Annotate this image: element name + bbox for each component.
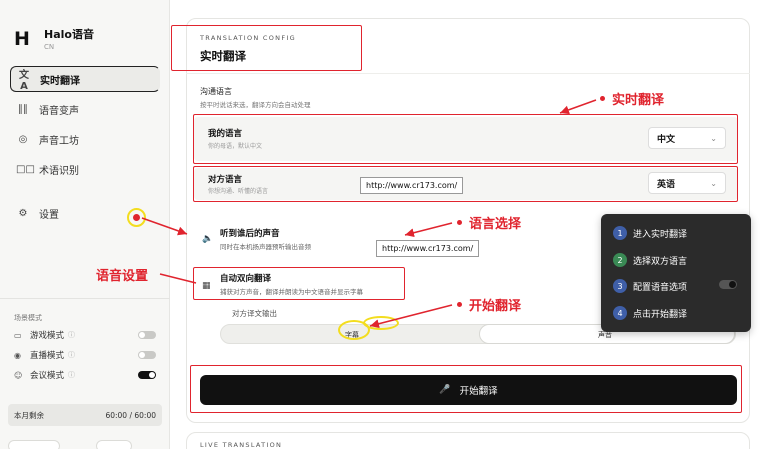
step-number: 2 (613, 253, 627, 267)
highlight-other-language (193, 166, 738, 202)
annotation-dot (600, 96, 605, 101)
highlight-start-button (190, 365, 742, 413)
mode-row-game: ▭ 游戏模式 ⓘ (14, 328, 156, 342)
brand-name: Halo语音 (44, 28, 94, 41)
output-mode-label: 对方译文输出 (232, 309, 277, 318)
step-number: 4 (613, 306, 627, 320)
annotation-language-select: 语言选择 (469, 217, 522, 232)
step-number: 3 (613, 279, 627, 293)
sidebar-item-label: 术语识别 (39, 165, 79, 177)
sidebar-item-label: 声音工坊 (39, 135, 79, 147)
step-item: 1 进入实时翻译 (613, 226, 687, 240)
monitor-audio-title: 听到谁后的声音 (220, 229, 280, 239)
step-label: 点击开始翻译 (633, 309, 688, 320)
mode-label: 直播模式 (30, 351, 65, 361)
brand-region: CN (44, 43, 55, 51)
highlight-marker (363, 316, 399, 330)
info-icon: ⓘ (68, 331, 76, 339)
info-icon: ⓘ (68, 371, 76, 379)
step-label: 配置语音选项 (633, 282, 688, 293)
sidebar-item-sound-workshop[interactable]: ◎ 声音工坊 (10, 126, 160, 152)
live-icon: ◉ (14, 350, 21, 360)
sidebar-divider (0, 298, 170, 299)
book-icon: □□ (16, 163, 35, 175)
highlight-my-language (193, 114, 738, 164)
speaker-mute-icon: 🔈 (202, 234, 214, 244)
broadcast-icon: ◎ (18, 133, 28, 145)
usage-remaining: 本月剩余 60:00 / 60:00 (8, 404, 162, 426)
sidebar-item-realtime-translation[interactable]: 文A 实时翻译 (10, 66, 160, 92)
sidebar-item-term-recognition[interactable]: □□ 术语识别 (10, 156, 160, 182)
mode-label: 会议模式 (30, 371, 65, 381)
annotation-voice-settings: 语音设置 (96, 269, 149, 284)
waveform-icon: ∥∥ (18, 103, 28, 115)
translate-icon: 文A (19, 70, 29, 92)
live-mode-toggle[interactable] (138, 351, 156, 359)
settings-dot (133, 214, 140, 221)
usage-value: 60:00 / 60:00 (105, 410, 156, 420)
meeting-mode-toggle[interactable] (138, 371, 156, 379)
game-mode-toggle[interactable] (138, 331, 156, 339)
brand: H Halo语音 CN (14, 26, 94, 52)
scene-mode-label: 场景模式 (14, 314, 42, 322)
sidebar-item-label: 语音变声 (39, 105, 79, 117)
annotation-dot (457, 302, 462, 307)
monitor-audio-desc: 同时在本机扬声器预听输出音频 (220, 243, 311, 251)
footer-pill[interactable] (96, 440, 132, 449)
step-label: 进入实时翻译 (633, 229, 688, 240)
highlight-auto-bidirectional (193, 267, 405, 300)
highlight-title (171, 25, 362, 71)
mode-row-live: ◉ 直播模式 ⓘ (14, 348, 156, 362)
gamepad-icon: ▭ (14, 330, 22, 340)
step-item: 2 选择双方语言 (613, 253, 687, 267)
annotation-realtime: 实时翻译 (612, 93, 665, 108)
step-item: 3 配置语音选项 (613, 279, 687, 293)
card-divider (186, 73, 750, 74)
mode-row-meeting: ☺ 会议模式 ⓘ (14, 368, 156, 382)
watermark-url: http://www.cr173.com/ (376, 240, 480, 257)
step-number: 1 (613, 226, 627, 240)
annotation-dot (457, 220, 462, 225)
step-label: 选择双方语言 (633, 256, 688, 267)
sidebar-item-label: 设置 (39, 209, 59, 221)
steps-panel: 1 进入实时翻译 2 选择双方语言 3 配置语音选项 4 点击开始翻译 (601, 214, 751, 332)
voice-option-toggle[interactable] (719, 280, 737, 289)
sidebar-item-label: 实时翻译 (40, 75, 80, 87)
gear-icon: ⚙ (18, 207, 28, 219)
mode-label: 游戏模式 (30, 331, 65, 341)
language-section-desc: 按平时说话来选，翻译方向会自动处理 (200, 101, 311, 109)
annotation-start: 开始翻译 (469, 299, 522, 314)
step-item: 4 点击开始翻译 (613, 306, 687, 320)
info-icon: ⓘ (68, 351, 76, 359)
live-translation-label: LIVE TRANSLATION (200, 441, 283, 449)
footer-pill[interactable] (8, 440, 60, 449)
language-section-title: 沟通语言 (200, 87, 232, 96)
usage-label: 本月剩余 (14, 410, 44, 420)
sidebar-item-voice-changer[interactable]: ∥∥ 语音变声 (10, 96, 160, 122)
sidebar: H Halo语音 CN 文A 实时翻译 ∥∥ 语音变声 ◎ 声音工坊 □□ 术语… (0, 0, 170, 449)
brand-logo: H (14, 27, 30, 50)
people-icon: ☺ (14, 370, 23, 380)
